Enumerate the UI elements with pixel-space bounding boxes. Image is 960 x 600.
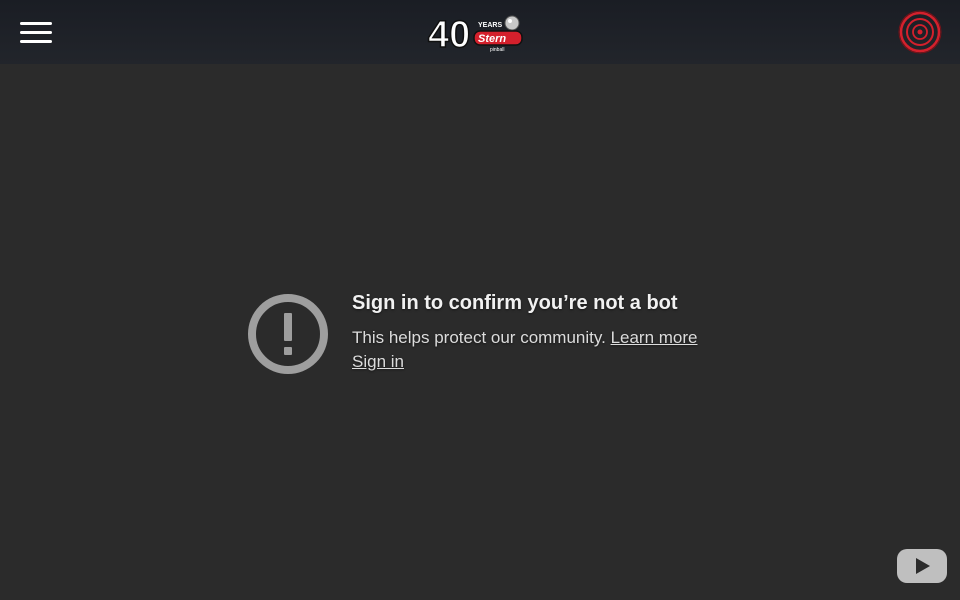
learn-more-link[interactable]: Learn more — [611, 328, 698, 347]
sign-in-link[interactable]: Sign in — [352, 352, 404, 372]
logo-number: 40 — [428, 14, 470, 54]
target-icon[interactable] — [898, 10, 942, 54]
signin-prompt-message: This helps protect our community. Learn … — [352, 328, 698, 348]
logo-years: YEARS — [478, 22, 502, 29]
site-header: 40 YEARS Stern pinball — [0, 0, 960, 64]
stern-40-years-logo[interactable]: 40 YEARS Stern pinball — [426, 10, 526, 57]
menu-icon[interactable] — [20, 22, 52, 44]
signin-prompt-title: Sign in to confirm you’re not a bot — [352, 292, 678, 314]
logo-brand: Stern — [478, 33, 506, 45]
signin-prompt-text: This helps protect our community. — [352, 328, 611, 347]
logo-sub: pinball — [490, 47, 504, 53]
alert-icon — [246, 292, 330, 376]
youtube-logo-icon[interactable] — [896, 548, 948, 584]
logo-graphic: 40 YEARS Stern pinball — [427, 13, 523, 57]
pinball-icon — [504, 15, 520, 31]
